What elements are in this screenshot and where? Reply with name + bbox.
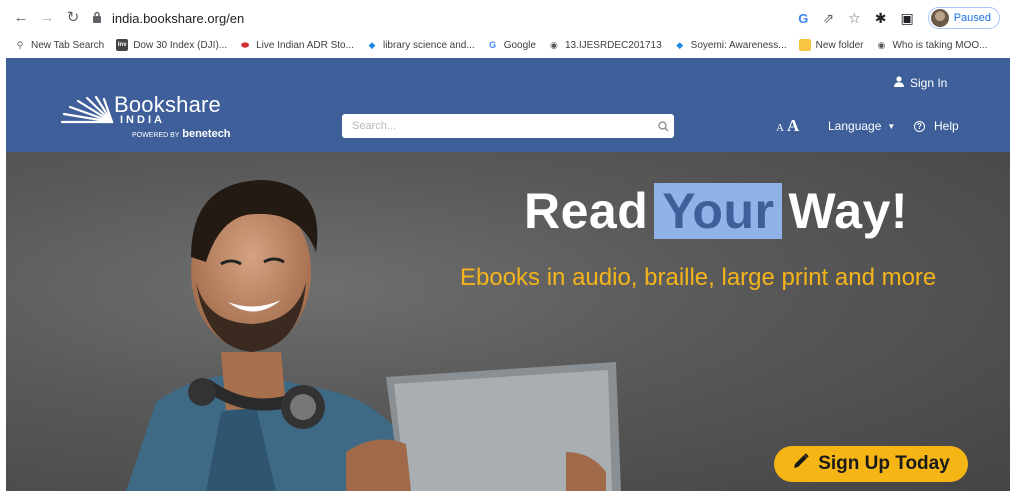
hero-title-part2: Way! — [788, 183, 909, 239]
powered-brand: benetech — [182, 128, 231, 140]
search-box — [342, 114, 674, 138]
logo-powered-by: POWERED BY benetech — [132, 128, 231, 140]
bookmark-item[interactable]: ◆ Soyemi: Awareness... — [674, 39, 787, 51]
bookmark-label: New Tab Search — [31, 39, 105, 51]
diamond-icon: ◆ — [676, 39, 684, 50]
text-size-small[interactable]: A — [776, 122, 784, 134]
bookmark-label: Dow 30 Index (DJI)... — [133, 39, 228, 51]
extensions-puzzle-icon[interactable]: ✱ — [875, 10, 887, 27]
sign-up-button[interactable]: Sign Up Today — [774, 446, 968, 482]
question-circle-icon: ? — [914, 120, 925, 132]
hero-subtitle: Ebooks in audio, braille, large print an… — [460, 264, 937, 291]
browser-toolbar-right: G ⇗ ☆ ✱ ▣ Paused — [798, 6, 1000, 30]
search-input[interactable] — [342, 115, 652, 137]
profile-button[interactable]: Paused — [927, 7, 1000, 29]
user-icon — [894, 76, 904, 90]
language-dropdown[interactable]: Language ▼ — [828, 119, 895, 133]
red-pill-icon: ⬬ — [241, 39, 249, 50]
reload-icon[interactable]: ↻ — [62, 6, 84, 28]
text-size-control[interactable]: A A — [776, 116, 799, 136]
bookmark-item[interactable]: New folder — [798, 39, 864, 51]
search-icon: ⚲ — [16, 39, 24, 50]
sign-in-link[interactable]: Sign In — [894, 76, 947, 90]
help-link[interactable]: ? Help — [914, 119, 959, 133]
hero-title-part1: Read — [524, 183, 649, 239]
bookmark-item[interactable]: ◉ 13.IJESRDEC201713 — [548, 39, 662, 51]
globe-icon: ◉ — [877, 39, 886, 50]
logo-country: INDIA — [120, 114, 165, 126]
share-icon[interactable]: ⇗ — [822, 10, 834, 27]
caret-down-icon: ▼ — [887, 121, 896, 131]
bookmark-label: Google — [503, 39, 536, 51]
bookmarks-bar: ⚲ New Tab Search Inv Dow 30 Index (DJI)... ⬬… — [0, 34, 1010, 56]
url-text: india.bookshare.org/en — [112, 10, 245, 26]
globe-icon: ◉ — [550, 39, 558, 50]
investing-icon: Inv — [116, 39, 129, 51]
google-lens-icon[interactable]: G — [798, 11, 808, 26]
search-icon[interactable] — [652, 115, 674, 137]
bookmark-label: New folder — [815, 39, 864, 51]
hero-banner: Read Your Way! Ebooks in audio, braille, l… — [6, 152, 1010, 491]
pencil-icon — [792, 452, 810, 476]
lock-icon — [92, 11, 106, 26]
bookmark-item[interactable]: G Google — [487, 39, 536, 51]
hero-title-highlight: Your — [654, 183, 783, 239]
google-icon: G — [489, 40, 497, 50]
language-label: Language — [828, 119, 882, 133]
site-header: Bookshare INDIA POWERED BY benetech Sign… — [6, 58, 1010, 152]
powered-prefix: POWERED BY — [132, 132, 180, 139]
browser-chrome: ← → ↻ india.bookshare.org/en G ⇗ ☆ ✱ ▣ P… — [0, 0, 1010, 58]
side-panel-icon[interactable]: ▣ — [900, 10, 913, 27]
bookmark-label: Soyemi: Awareness... — [690, 39, 787, 51]
avatar — [930, 9, 949, 27]
bookmark-item[interactable]: ◉ Who is taking MOO... — [875, 39, 988, 51]
sign-in-label: Sign In — [910, 76, 948, 90]
forward-arrow-icon[interactable]: → — [36, 6, 58, 28]
diamond-icon: ◆ — [368, 39, 376, 50]
bookmark-label: Live Indian ADR Sto... — [256, 39, 354, 51]
bookmark-item[interactable]: ◆ library science and... — [366, 39, 475, 51]
bookmark-star-icon[interactable]: ☆ — [848, 10, 861, 27]
bookmark-label: Who is taking MOO... — [892, 39, 988, 51]
text-size-large[interactable]: A — [787, 116, 799, 136]
bookmark-item[interactable]: ⚲ New Tab Search — [14, 39, 105, 51]
folder-icon — [798, 39, 811, 51]
back-arrow-icon[interactable]: ← — [10, 6, 32, 28]
help-label: Help — [934, 119, 959, 133]
bookmark-label: library science and... — [382, 39, 475, 51]
bookmark-item[interactable]: ⬬ Live Indian ADR Sto... — [239, 39, 354, 51]
logo-rays-icon — [60, 96, 114, 124]
sign-up-label: Sign Up Today — [818, 453, 950, 474]
bookmark-label: 13.IJESRDEC201713 — [564, 39, 662, 51]
hero-title: Read Your Way! — [524, 182, 908, 240]
profile-status: Paused — [953, 12, 991, 24]
bookmark-item[interactable]: Inv Dow 30 Index (DJI)... — [116, 39, 227, 51]
bookshare-logo[interactable]: Bookshare INDIA POWERED BY benetech — [56, 92, 256, 142]
